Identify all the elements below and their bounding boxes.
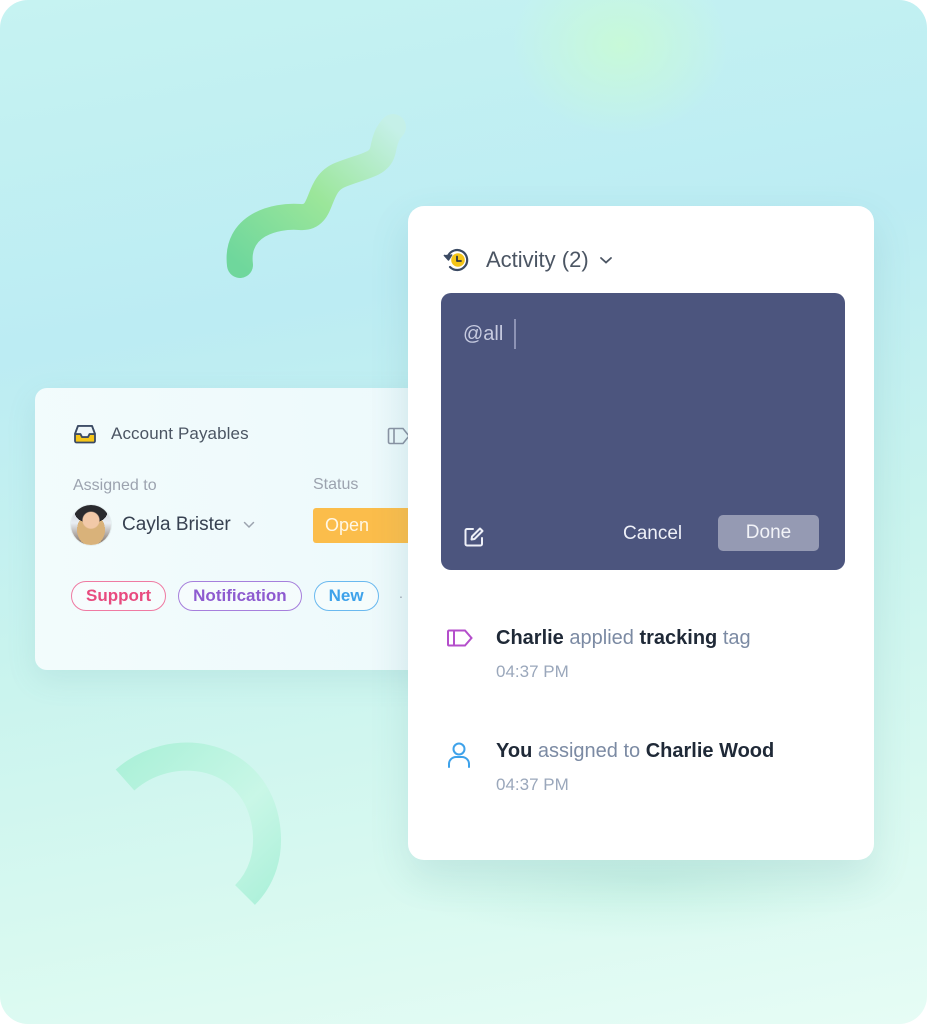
comment-composer[interactable]: @all Cancel Done <box>441 293 845 570</box>
done-button[interactable]: Done <box>718 515 819 551</box>
activity-object: Charlie Wood <box>645 740 775 762</box>
assignee-name: Cayla Brister <box>122 514 231 535</box>
activity-description: You assigned to Charlie Wood <box>496 739 774 763</box>
tag-support[interactable]: Support <box>71 581 167 611</box>
tag-icon <box>447 629 473 647</box>
tag-list: Support Notification New · <box>71 581 403 611</box>
tag-notification[interactable]: Notification <box>178 581 302 611</box>
status-label: Status <box>313 476 359 493</box>
card-header: Account Payables <box>73 424 249 444</box>
assignee-dropdown[interactable]: Cayla Brister <box>71 505 255 545</box>
comment-input-text: @all <box>463 322 504 345</box>
text-caret <box>514 319 516 349</box>
activity-header[interactable]: Activity (2) <box>442 246 613 274</box>
inbox-tray-icon <box>74 425 96 444</box>
conversation-card: Account Payables Assigned to Status Cayl… <box>35 388 435 670</box>
activity-verb: applied <box>569 627 634 649</box>
activity-title: Activity (2) <box>486 247 589 272</box>
chevron-down-icon <box>243 521 254 529</box>
activity-card: Activity (2) @all Cancel Done Charlie ap… <box>408 206 874 860</box>
activity-object: tracking <box>639 627 718 649</box>
activity-description: Charlie applied tracking tag <box>496 626 751 650</box>
tag-new[interactable]: New <box>313 581 379 611</box>
more-tags-indicator[interactable]: · <box>399 588 404 604</box>
comment-input[interactable]: @all <box>463 319 516 349</box>
history-clock-icon <box>443 248 469 272</box>
chevron-down-icon <box>599 256 612 264</box>
assigned-to-label: Assigned to <box>73 477 157 494</box>
activity-item: Charlie applied tracking tag 04:37 PM <box>446 626 751 682</box>
cancel-button[interactable]: Cancel <box>623 523 682 545</box>
status-value: Open <box>325 515 370 535</box>
activity-suffix: tag <box>722 627 751 649</box>
user-icon <box>448 742 470 768</box>
squiggle-decoration <box>226 114 406 278</box>
avatar <box>71 505 111 545</box>
activity-item: You assigned to Charlie Wood 04:37 PM <box>446 739 774 795</box>
activity-verb: assigned to <box>537 740 641 762</box>
activity-actor: You <box>496 740 533 762</box>
activity-time: 04:37 PM <box>496 662 569 681</box>
activity-time: 04:37 PM <box>496 775 569 794</box>
card-title: Account Payables <box>111 424 249 443</box>
activity-actor: Charlie <box>496 627 564 649</box>
compose-edit-icon[interactable] <box>463 526 485 548</box>
arc-decoration <box>115 742 282 905</box>
